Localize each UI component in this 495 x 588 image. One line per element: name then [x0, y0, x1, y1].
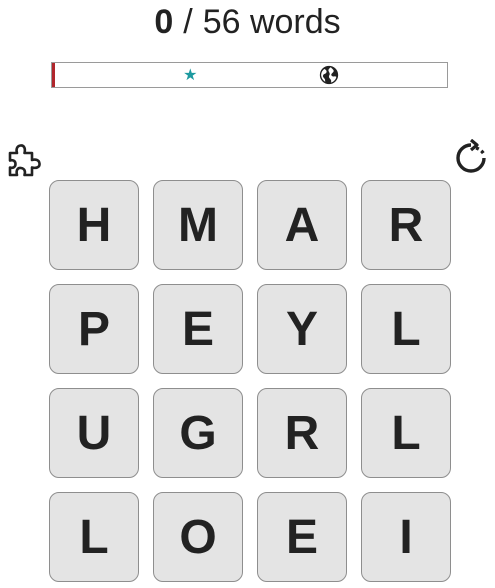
letter-tile[interactable]: M: [153, 180, 243, 270]
letter-tile[interactable]: E: [257, 492, 347, 582]
letter-tile[interactable]: E: [153, 284, 243, 374]
letter-tile[interactable]: A: [257, 180, 347, 270]
words-found-count: 0: [154, 3, 174, 41]
letter-tile[interactable]: Y: [257, 284, 347, 374]
letter-grid: H M A R P E Y L U G R L L O E I: [49, 180, 451, 582]
letter-tile[interactable]: R: [257, 388, 347, 478]
progress-bar: ★: [51, 62, 448, 88]
letter-tile[interactable]: L: [361, 388, 451, 478]
letter-tile[interactable]: P: [49, 284, 139, 374]
globe-icon: [318, 63, 340, 87]
refresh-icon[interactable]: [452, 138, 490, 177]
letter-tile[interactable]: L: [49, 492, 139, 582]
letter-tile[interactable]: R: [361, 180, 451, 270]
letter-tile[interactable]: I: [361, 492, 451, 582]
letter-tile[interactable]: U: [49, 388, 139, 478]
progress-fill: [52, 63, 55, 87]
star-icon: ★: [183, 67, 198, 84]
letter-tile[interactable]: G: [153, 388, 243, 478]
letter-tile[interactable]: O: [153, 492, 243, 582]
puzzle-piece-icon[interactable]: [6, 140, 48, 182]
letter-tile[interactable]: H: [49, 180, 139, 270]
words-total-label: 56 words: [202, 3, 341, 41]
score-separator: /: [183, 3, 193, 41]
score-display: 0/56 words: [0, 2, 495, 42]
letter-tile[interactable]: L: [361, 284, 451, 374]
